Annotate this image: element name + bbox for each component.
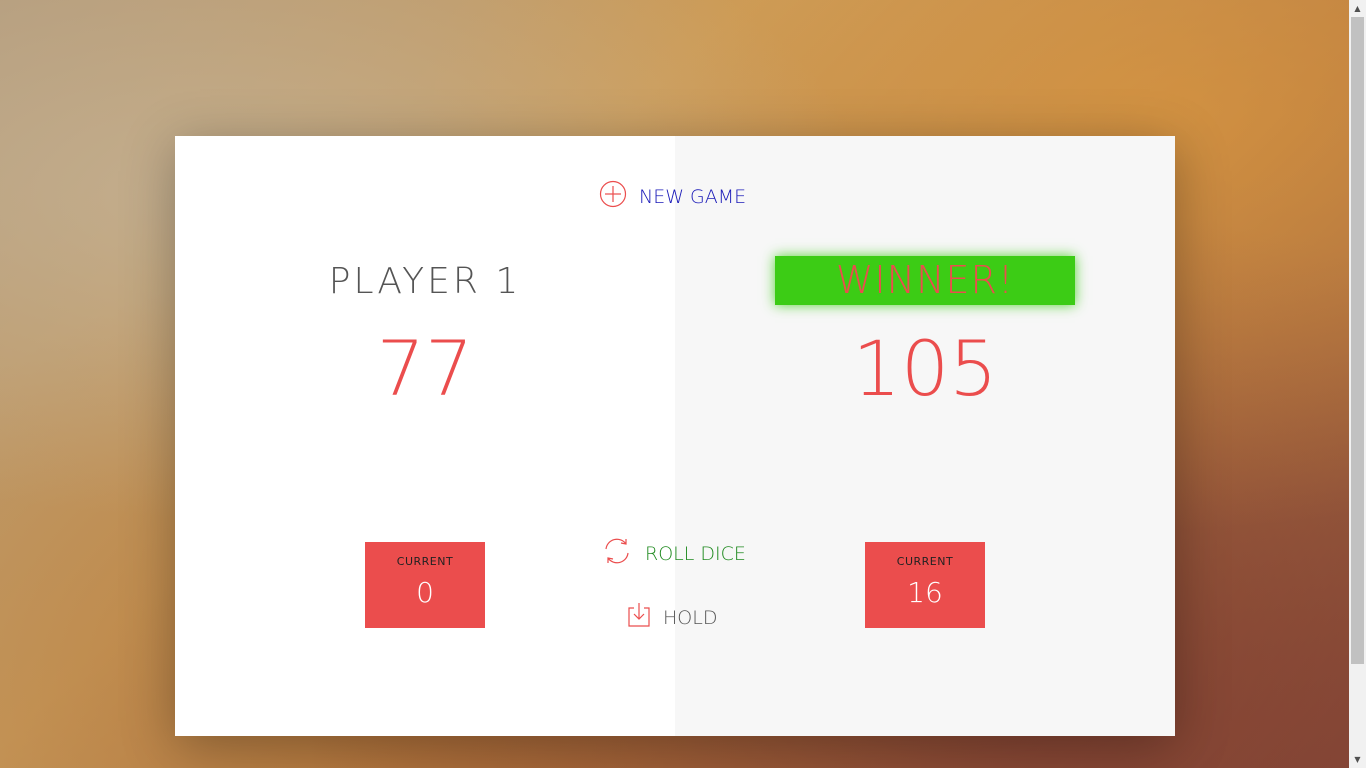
hold-label: HOLD [663,606,718,629]
roll-dice-label: ROLL DICE [645,542,746,565]
hold-button[interactable]: HOLD [627,602,717,633]
player-2-score: 105 [852,324,998,413]
plus-circle-icon [599,180,627,213]
new-game-button[interactable]: NEW GAME [599,180,746,213]
scroll-down-arrow-icon[interactable]: ▼ [1349,751,1366,768]
page-scrollbar[interactable]: ▲ ▼ [1349,0,1366,768]
player-1-current-score: 0 [416,576,434,609]
refresh-icon [601,536,633,571]
download-icon [627,602,651,633]
player-1-current-label: CURRENT [396,555,454,568]
player-2-current-label: CURRENT [896,555,954,568]
scroll-up-arrow-icon[interactable]: ▲ [1349,0,1366,17]
roll-dice-button[interactable]: ROLL DICE [601,536,746,571]
scrollbar-thumb[interactable] [1351,17,1364,664]
winner-banner: WINNER! [775,256,1075,305]
player-2-current-box: CURRENT 16 [865,542,985,628]
player-2-current-score: 16 [907,576,943,609]
player-2-panel: WINNER! 105 CURRENT 16 [675,136,1175,736]
player-1-name: PLAYER 1 [328,261,522,302]
player-1-panel: PLAYER 1 77 CURRENT 0 [175,136,675,736]
game-board: PLAYER 1 77 CURRENT 0 WINNER! 105 CURREN… [175,136,1175,736]
player-2-name: WINNER! [835,258,1015,302]
player-1-score: 77 [376,324,474,413]
player-1-current-box: CURRENT 0 [365,542,485,628]
new-game-label: NEW GAME [639,185,747,208]
